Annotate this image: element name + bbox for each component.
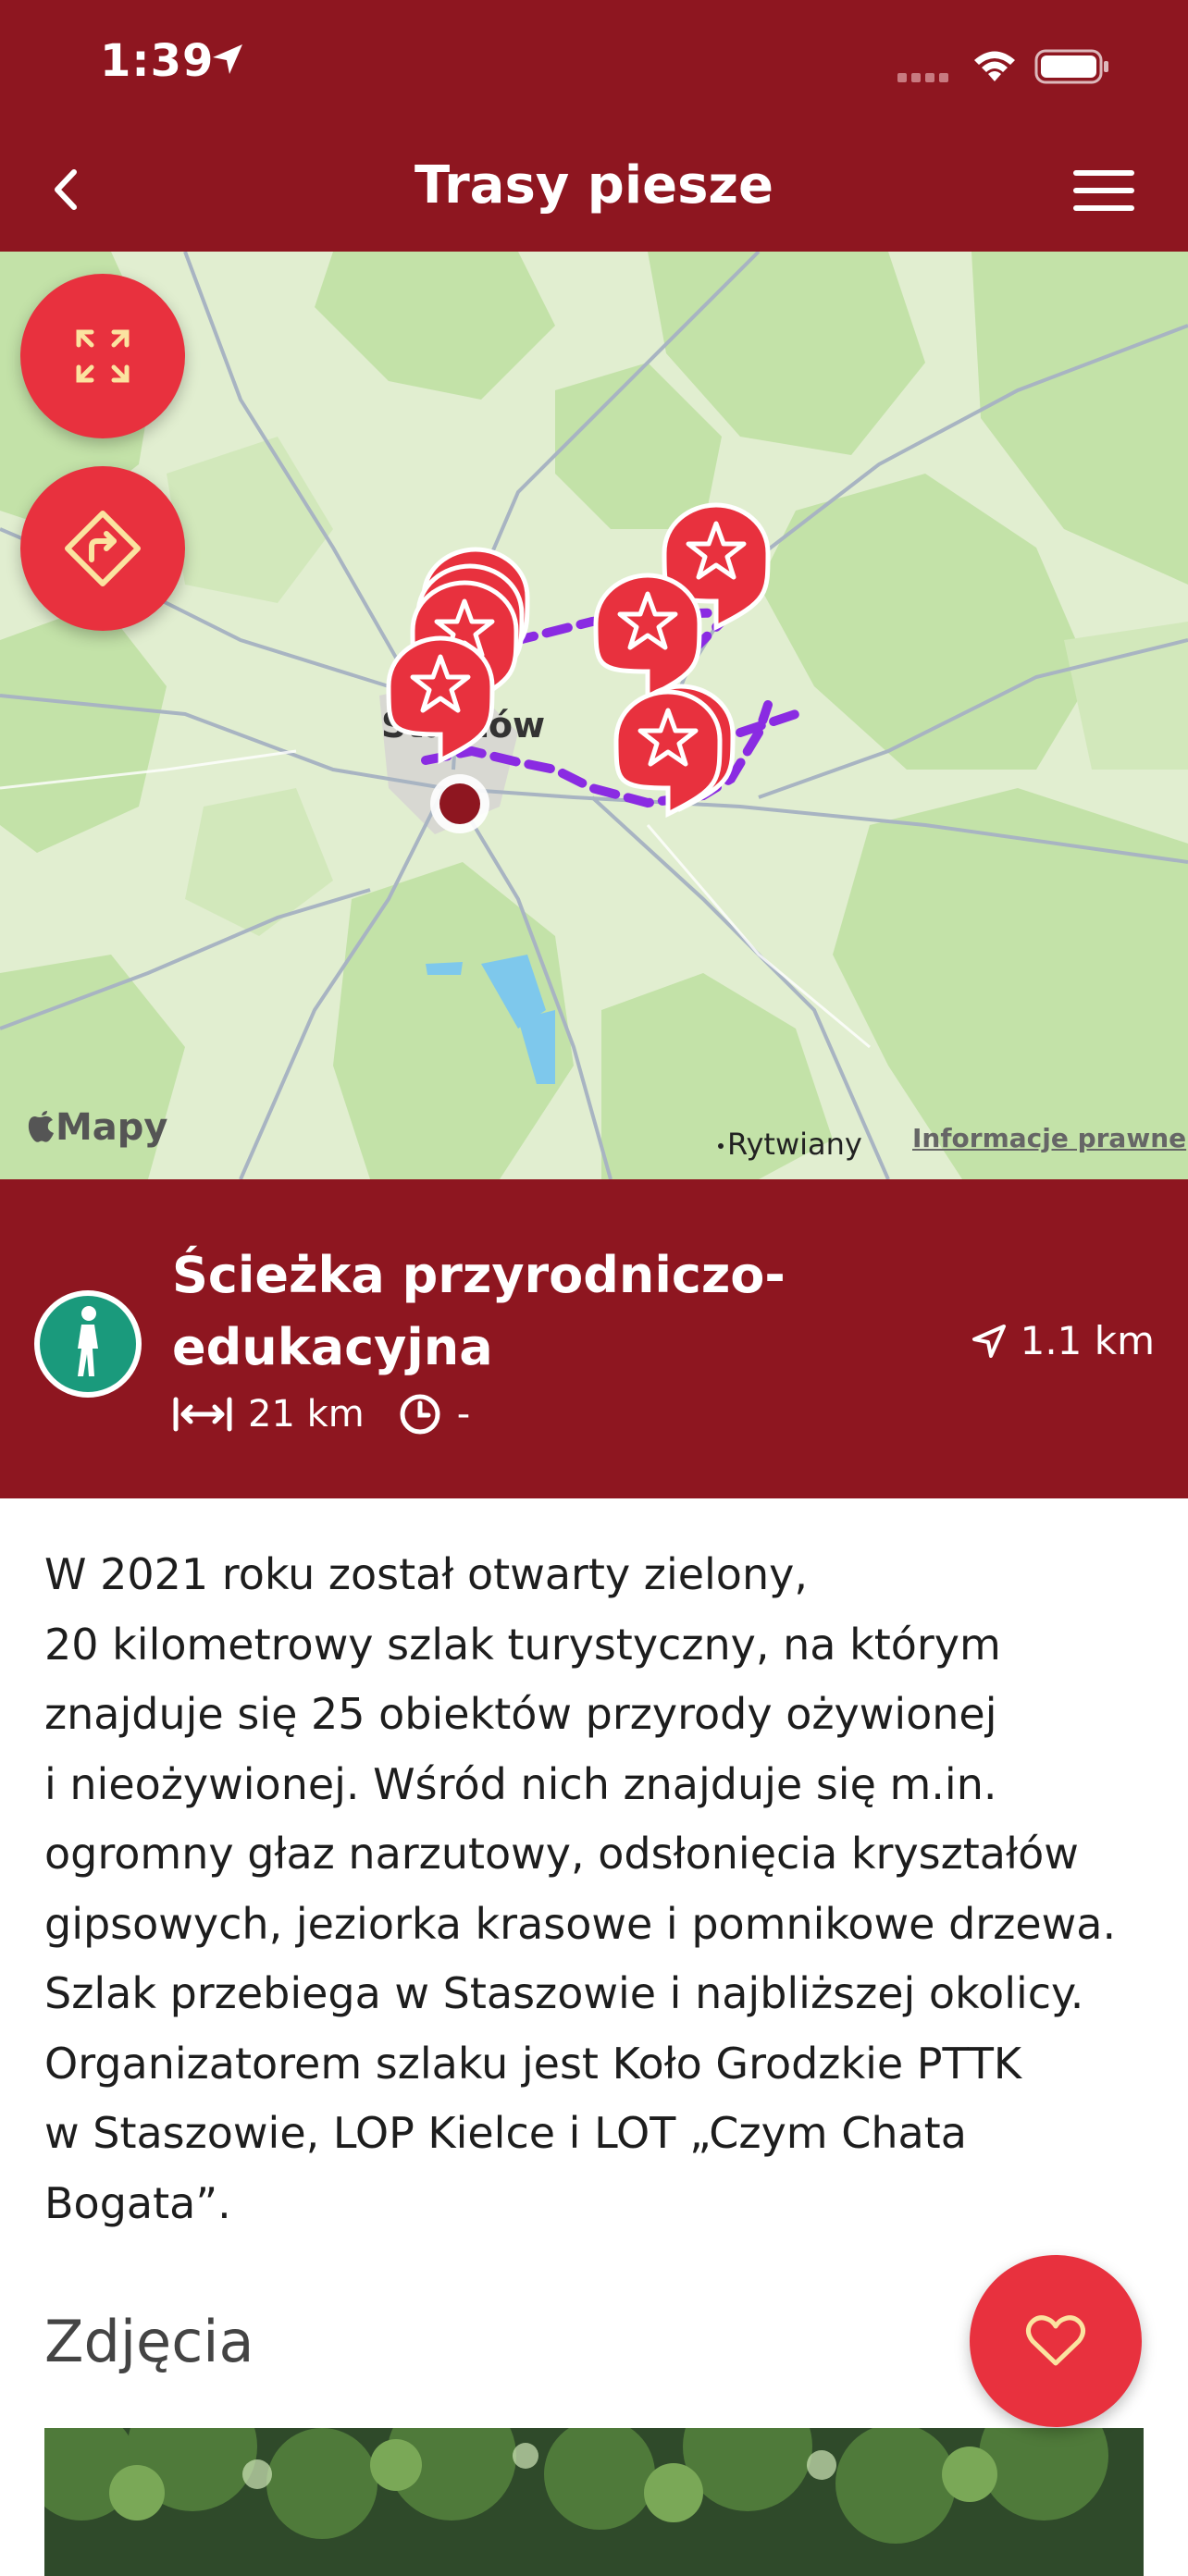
forest-photo (44, 2428, 1144, 2576)
directions-icon (65, 511, 141, 586)
route-distance-value: 1.1 km (1020, 1318, 1155, 1363)
map-view[interactable]: Staszów Rytwiany Mapy Informacje prawne (0, 252, 1188, 1179)
hiking-icon (34, 1290, 142, 1398)
expand-icon (76, 329, 130, 383)
route-title: Ścieżka przyrodniczo-edukacyjna (172, 1246, 786, 1376)
directions-button[interactable] (20, 466, 185, 631)
photo-thumbnail[interactable] (44, 2428, 1144, 2576)
battery-icon (1034, 49, 1108, 84)
route-length: 21 km (248, 1393, 365, 1436)
location-arrow-icon (213, 44, 242, 74)
page-title: Trasy piesze (415, 155, 773, 216)
hamburger-menu-icon[interactable] (1073, 168, 1134, 213)
status-time: 1:39 (100, 35, 215, 87)
route-description: W 2021 roku został otwarty zielony, 20 k… (44, 1549, 1117, 2228)
photos-section-title: Zdjęcia (44, 2308, 254, 2375)
route-meta: 21 km - (172, 1392, 470, 1436)
route-distance: 1.1 km (971, 1318, 1155, 1363)
route-duration: - (456, 1393, 471, 1436)
navigation-arrow-icon (971, 1324, 1006, 1358)
map-pins (0, 252, 1188, 1179)
heart-icon (1025, 2315, 1086, 2366)
top-bar: 1:39 Trasy piesze (0, 0, 1188, 252)
clock-icon (400, 1394, 440, 1435)
length-icon (173, 1397, 232, 1432)
favorite-button[interactable] (970, 2255, 1142, 2427)
fullscreen-button[interactable] (20, 274, 185, 438)
signal-icon (897, 73, 948, 82)
wifi-icon (974, 51, 1015, 81)
